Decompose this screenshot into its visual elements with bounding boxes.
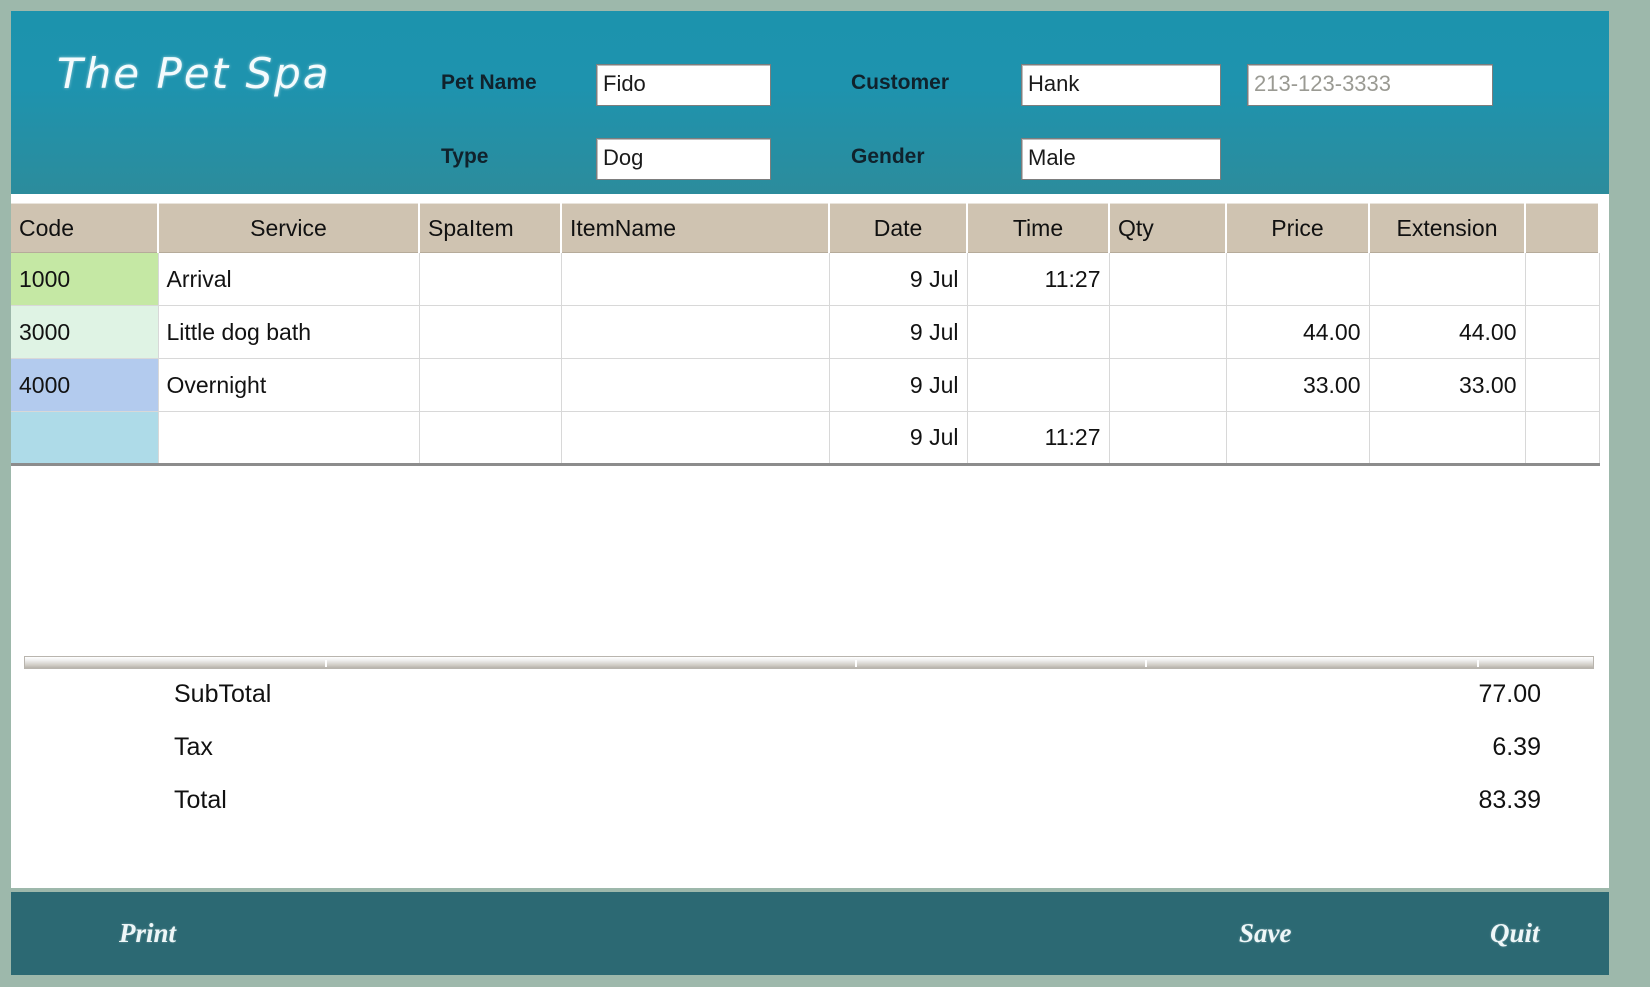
column-header-time[interactable]: Time bbox=[967, 204, 1109, 253]
scrollbar-tick bbox=[855, 660, 857, 667]
cell-date[interactable]: 9 Jul bbox=[829, 306, 967, 359]
total-label: Total bbox=[174, 786, 227, 815]
cell-price[interactable] bbox=[1226, 412, 1369, 465]
cell-date[interactable]: 9 Jul bbox=[829, 359, 967, 412]
grid-body: 1000Arrival9 Jul11:273000Little dog bath… bbox=[11, 253, 1599, 465]
type-label: Type bbox=[441, 145, 488, 169]
column-header-extension[interactable]: Extension bbox=[1369, 204, 1525, 253]
cell-spaitem[interactable] bbox=[419, 359, 561, 412]
cell-itemname[interactable] bbox=[561, 253, 829, 306]
scrollbar-tick bbox=[325, 660, 327, 667]
cell-spacer bbox=[1525, 253, 1599, 306]
cell-itemname[interactable] bbox=[561, 412, 829, 465]
cell-date[interactable]: 9 Jul bbox=[829, 253, 967, 306]
grid-header-row: Code Service SpaItem ItemName Date Time … bbox=[11, 204, 1599, 253]
table-row[interactable]: 4000Overnight 9 Jul 33.0033.00 bbox=[11, 359, 1599, 412]
app-window: The Pet Spa Pet Name Fido Type Dog Custo… bbox=[0, 0, 1650, 987]
type-input[interactable]: Dog bbox=[596, 138, 771, 180]
cell-service[interactable]: Overnight bbox=[158, 359, 419, 412]
cell-qty[interactable] bbox=[1109, 306, 1226, 359]
subtotal-label: SubTotal bbox=[174, 680, 271, 709]
column-header-price[interactable]: Price bbox=[1226, 204, 1369, 253]
customer-input[interactable]: Hank bbox=[1021, 64, 1221, 106]
cell-code[interactable]: 1000 bbox=[11, 253, 158, 306]
cell-code[interactable] bbox=[11, 412, 158, 465]
cell-code[interactable]: 3000 bbox=[11, 306, 158, 359]
cell-spaitem[interactable] bbox=[419, 306, 561, 359]
brand-logo: The Pet Spa bbox=[57, 49, 331, 98]
cell-spaitem[interactable] bbox=[419, 412, 561, 465]
cell-qty[interactable] bbox=[1109, 253, 1226, 306]
cell-itemname[interactable] bbox=[561, 359, 829, 412]
customer-label: Customer bbox=[851, 71, 949, 95]
column-header-date[interactable]: Date bbox=[829, 204, 967, 253]
scrollbar-tick bbox=[1145, 660, 1147, 667]
table-row[interactable]: 9 Jul11:27 bbox=[11, 412, 1599, 465]
cell-extension[interactable]: 44.00 bbox=[1369, 306, 1525, 359]
pet-name-input[interactable]: Fido bbox=[596, 64, 771, 106]
footer-bar: Print Save Quit bbox=[11, 892, 1609, 975]
quit-button[interactable]: Quit bbox=[1490, 918, 1540, 949]
gender-label: Gender bbox=[851, 145, 925, 169]
cell-price[interactable]: 33.00 bbox=[1226, 359, 1369, 412]
cell-price[interactable] bbox=[1226, 253, 1369, 306]
table-row[interactable]: 3000Little dog bath 9 Jul 44.0044.00 bbox=[11, 306, 1599, 359]
tax-label: Tax bbox=[174, 733, 213, 762]
column-header-qty[interactable]: Qty bbox=[1109, 204, 1226, 253]
cell-time[interactable]: 11:27 bbox=[967, 253, 1109, 306]
cell-time[interactable]: 11:27 bbox=[967, 412, 1109, 465]
column-header-service[interactable]: Service bbox=[158, 204, 419, 253]
column-header-itemname[interactable]: ItemName bbox=[561, 204, 829, 253]
cell-service[interactable]: Little dog bath bbox=[158, 306, 419, 359]
line-items-grid: Code Service SpaItem ItemName Date Time … bbox=[11, 203, 1600, 466]
phone-input[interactable]: 213-123-3333 bbox=[1247, 64, 1493, 106]
table-row[interactable]: 1000Arrival 9 Jul11:27 bbox=[11, 253, 1599, 306]
cell-spacer bbox=[1525, 306, 1599, 359]
scrollbar-tick bbox=[1477, 660, 1479, 667]
total-value: 83.39 bbox=[1201, 786, 1541, 815]
gender-input[interactable]: Male bbox=[1021, 138, 1221, 180]
content-panel: Code Service SpaItem ItemName Date Time … bbox=[11, 194, 1609, 888]
grid-horizontal-scrollbar[interactable] bbox=[24, 656, 1594, 669]
cell-itemname[interactable] bbox=[561, 306, 829, 359]
print-button[interactable]: Print bbox=[119, 918, 176, 949]
cell-extension[interactable]: 33.00 bbox=[1369, 359, 1525, 412]
cell-service[interactable] bbox=[158, 412, 419, 465]
cell-price[interactable]: 44.00 bbox=[1226, 306, 1369, 359]
cell-extension[interactable] bbox=[1369, 412, 1525, 465]
cell-spacer bbox=[1525, 359, 1599, 412]
cell-spaitem[interactable] bbox=[419, 253, 561, 306]
tax-value: 6.39 bbox=[1201, 733, 1541, 762]
column-header-spacer bbox=[1525, 204, 1599, 253]
cell-date[interactable]: 9 Jul bbox=[829, 412, 967, 465]
save-button[interactable]: Save bbox=[1239, 918, 1291, 949]
cell-time[interactable] bbox=[967, 306, 1109, 359]
column-header-spaitem[interactable]: SpaItem bbox=[419, 204, 561, 253]
header-banner: The Pet Spa Pet Name Fido Type Dog Custo… bbox=[11, 11, 1609, 194]
cell-service[interactable]: Arrival bbox=[158, 253, 419, 306]
cell-spacer bbox=[1525, 412, 1599, 465]
cell-extension[interactable] bbox=[1369, 253, 1525, 306]
pet-name-label: Pet Name bbox=[441, 71, 537, 95]
column-header-code[interactable]: Code bbox=[11, 204, 158, 253]
cell-qty[interactable] bbox=[1109, 412, 1226, 465]
cell-code[interactable]: 4000 bbox=[11, 359, 158, 412]
cell-time[interactable] bbox=[967, 359, 1109, 412]
subtotal-value: 77.00 bbox=[1201, 680, 1541, 709]
cell-qty[interactable] bbox=[1109, 359, 1226, 412]
